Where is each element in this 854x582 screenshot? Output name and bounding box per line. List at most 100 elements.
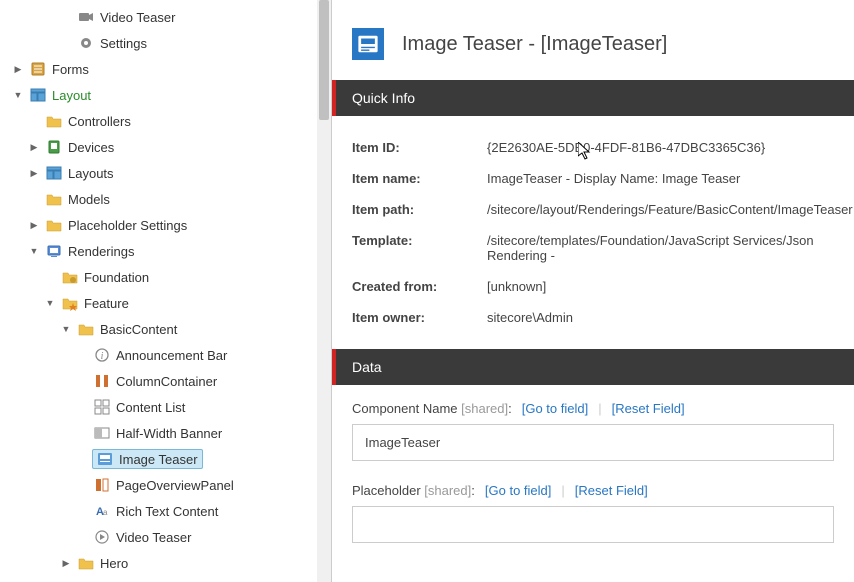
tree-item-foundation[interactable]: ▶ Foundation	[0, 264, 331, 290]
tree-label: Layouts	[68, 166, 114, 181]
tree-label: ColumnContainer	[116, 374, 217, 389]
folder-icon	[46, 113, 62, 129]
info-label: Created from:	[352, 279, 487, 294]
placeholder-input[interactable]	[352, 506, 834, 543]
tree-label: Content List	[116, 400, 185, 415]
tree-item-announcement-bar[interactable]: ▶ i Announcement Bar	[0, 342, 331, 368]
info-icon: i	[94, 347, 110, 363]
form-icon	[30, 61, 46, 77]
tree-label: Models	[68, 192, 110, 207]
tree-toggle-expanded[interactable]: ▼	[44, 297, 56, 309]
tree-item-page-overview-panel[interactable]: ▶ PageOverviewPanel	[0, 472, 331, 498]
reset-field-link[interactable]: [Reset Field]	[575, 483, 648, 498]
tree-item-hero[interactable]: ▶ Hero	[0, 550, 331, 576]
tree-item-video-teaser-top[interactable]: ▶ Video Teaser	[0, 4, 331, 30]
tree-label: Foundation	[84, 270, 149, 285]
layouts-icon	[46, 165, 62, 181]
tree-item-renderings[interactable]: ▼ Renderings	[0, 238, 331, 264]
component-name-input[interactable]	[352, 424, 834, 461]
field-component-name: Component Name [shared]: [Go to field] |…	[352, 401, 834, 461]
tree-label: Feature	[84, 296, 129, 311]
info-value[interactable]: /sitecore/templates/Foundation/JavaScrip…	[487, 233, 834, 263]
reset-field-link[interactable]: [Reset Field]	[612, 401, 685, 416]
separator: |	[598, 401, 601, 416]
tree-toggle-collapsed[interactable]: ▶	[60, 557, 72, 569]
tree-item-forms[interactable]: ▶ Forms	[0, 56, 331, 82]
tree-item-settings[interactable]: ▶ Settings	[0, 30, 331, 56]
tree-label: Announcement Bar	[116, 348, 227, 363]
tree-label: Video Teaser	[100, 10, 175, 25]
tree-toggle-expanded[interactable]: ▼	[28, 245, 40, 257]
tree-toggle-collapsed[interactable]: ▶	[28, 141, 40, 153]
info-label: Template:	[352, 233, 487, 263]
shared-tag: [shared]	[424, 483, 471, 498]
tree-item-models[interactable]: ▶ Models	[0, 186, 331, 212]
info-row-item-owner: Item owner: sitecore\Admin	[352, 302, 834, 333]
folder-icon	[62, 269, 78, 285]
tree-item-rich-text-content[interactable]: ▶ Aa Rich Text Content	[0, 498, 331, 524]
info-label: Item ID:	[352, 140, 487, 155]
content-tree[interactable]: ▶ Video Teaser ▶ Settings ▶ Forms	[0, 0, 332, 582]
tree-item-video-teaser[interactable]: ▶ Video Teaser	[0, 524, 331, 550]
tree-item-feature[interactable]: ▼ Feature	[0, 290, 331, 316]
tree-toggle-expanded[interactable]: ▼	[12, 89, 24, 101]
layout-icon	[30, 87, 46, 103]
info-row-item-path: Item path: /sitecore/layout/Renderings/F…	[352, 194, 834, 225]
folder-icon	[46, 191, 62, 207]
info-label: Item path:	[352, 202, 487, 217]
field-placeholder: Placeholder [shared]: [Go to field] | [R…	[352, 483, 834, 543]
video-icon	[94, 529, 110, 545]
tree-toggle-expanded[interactable]: ▼	[60, 323, 72, 335]
tree-item-half-width-banner[interactable]: ▶ Half-Width Banner	[0, 420, 331, 446]
scrollbar-thumb[interactable]	[319, 0, 329, 120]
info-value[interactable]: ImageTeaser - Display Name: Image Teaser	[487, 171, 740, 186]
tree-label: Placeholder Settings	[68, 218, 187, 233]
folder-icon	[46, 217, 62, 233]
tree-item-controllers[interactable]: ▶ Controllers	[0, 108, 331, 134]
tree-item-layout[interactable]: ▼ Layout	[0, 82, 331, 108]
folder-icon	[78, 555, 94, 571]
info-value[interactable]: sitecore\Admin	[487, 310, 573, 325]
info-row-item-name: Item name: ImageTeaser - Display Name: I…	[352, 163, 834, 194]
info-value[interactable]: [unknown]	[487, 279, 546, 294]
go-to-field-link[interactable]: [Go to field]	[485, 483, 551, 498]
info-row-template: Template: /sitecore/templates/Foundation…	[352, 225, 834, 271]
tree-item-devices[interactable]: ▶ Devices	[0, 134, 331, 160]
tree-item-layouts[interactable]: ▶ Layouts	[0, 160, 331, 186]
tree-item-placeholder-settings[interactable]: ▶ Placeholder Settings	[0, 212, 331, 238]
info-row-created-from: Created from: [unknown]	[352, 271, 834, 302]
tree-scrollbar[interactable]	[317, 0, 331, 582]
tree-label: Image Teaser	[119, 452, 198, 467]
info-value[interactable]: /sitecore/layout/Renderings/Feature/Basi…	[487, 202, 853, 217]
tree-item-navigation[interactable]: ▶ Navigation	[0, 576, 331, 582]
tree-label: PageOverviewPanel	[116, 478, 234, 493]
tree-label: Rich Text Content	[116, 504, 218, 519]
tree-label: Forms	[52, 62, 89, 77]
section-header-quick-info[interactable]: Quick Info	[332, 80, 854, 116]
device-icon	[46, 139, 62, 155]
tree-label: Video Teaser	[116, 530, 191, 545]
title-bar: Image Teaser - [ImageTeaser]	[332, 0, 854, 80]
info-row-item-id: Item ID: {2E2630AE-5DB0-4FDF-81B6-47DBC3…	[352, 132, 834, 163]
tree-item-column-container[interactable]: ▶ ColumnContainer	[0, 368, 331, 394]
tree-item-image-teaser[interactable]: ▶ Image Teaser	[0, 446, 331, 472]
tree-toggle-collapsed[interactable]: ▶	[28, 219, 40, 231]
banner-icon	[94, 425, 110, 441]
video-icon	[78, 9, 94, 25]
section-header-data[interactable]: Data	[332, 349, 854, 385]
shared-tag: [shared]	[461, 401, 508, 416]
field-label: Component Name	[352, 401, 458, 416]
tree-label: BasicContent	[100, 322, 177, 337]
grid-icon	[94, 399, 110, 415]
content-panel: Image Teaser - [ImageTeaser] Quick Info …	[332, 0, 854, 582]
info-value[interactable]: {2E2630AE-5DB0-4FDF-81B6-47DBC3365C36}	[487, 140, 765, 155]
tree-toggle-collapsed[interactable]: ▶	[12, 63, 24, 75]
gear-icon	[78, 35, 94, 51]
image-teaser-icon	[97, 451, 113, 467]
info-label: Item owner:	[352, 310, 487, 325]
text-icon: Aa	[94, 503, 110, 519]
tree-item-basic-content[interactable]: ▼ BasicContent	[0, 316, 331, 342]
tree-toggle-collapsed[interactable]: ▶	[28, 167, 40, 179]
tree-item-content-list[interactable]: ▶ Content List	[0, 394, 331, 420]
go-to-field-link[interactable]: [Go to field]	[522, 401, 588, 416]
